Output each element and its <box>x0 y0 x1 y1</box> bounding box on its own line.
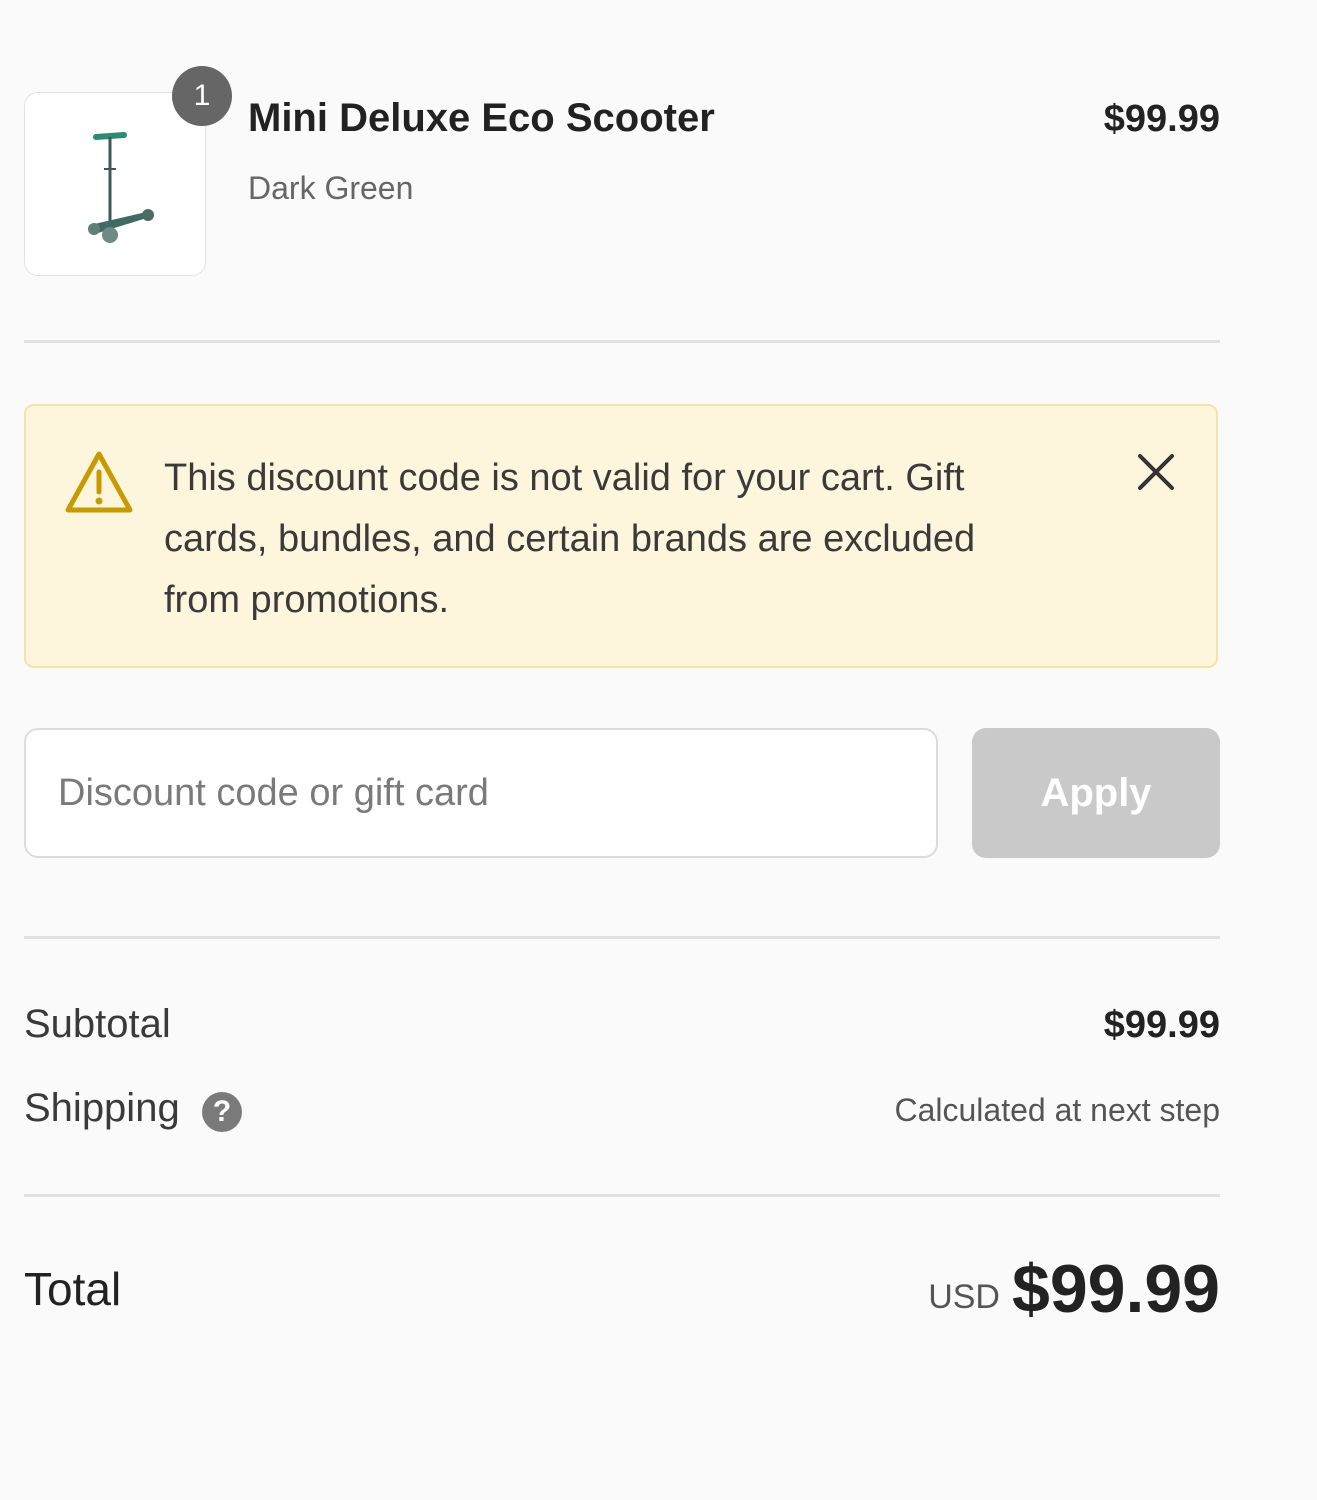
discount-error-banner: This discount code is not valid for your… <box>24 404 1218 668</box>
order-summary: 1 Mini Deluxe Eco Scooter Dark Green $99… <box>24 0 1220 1500</box>
question-icon[interactable]: ? <box>202 1092 242 1132</box>
shipping-label: Shipping <box>24 1086 180 1130</box>
scooter-icon <box>88 132 154 243</box>
banner-message: This discount code is not valid for your… <box>164 457 976 621</box>
divider <box>24 340 1220 343</box>
currency-code: USD <box>928 1278 1000 1316</box>
product-variant: Dark Green <box>248 170 414 206</box>
subtotal-label: Subtotal <box>24 1002 171 1046</box>
product-thumbnail <box>24 92 206 276</box>
subtotal-value: $99.99 <box>1103 1004 1220 1046</box>
divider <box>24 936 1220 939</box>
shipping-value: Calculated at next step <box>894 1092 1220 1128</box>
warning-icon <box>65 451 133 513</box>
divider <box>24 1194 1220 1197</box>
close-icon[interactable] <box>1134 450 1178 494</box>
discount-code-input[interactable] <box>24 728 938 858</box>
apply-button[interactable]: Apply <box>972 728 1220 858</box>
total-label: Total <box>24 1263 122 1315</box>
line-item: 1 Mini Deluxe Eco Scooter Dark Green $99… <box>24 66 1220 278</box>
total-amount: $99.99 <box>1012 1251 1220 1327</box>
product-price: $99.99 <box>1103 98 1220 140</box>
quantity-badge: 1 <box>172 66 232 126</box>
product-name: Mini Deluxe Eco Scooter <box>248 96 715 140</box>
